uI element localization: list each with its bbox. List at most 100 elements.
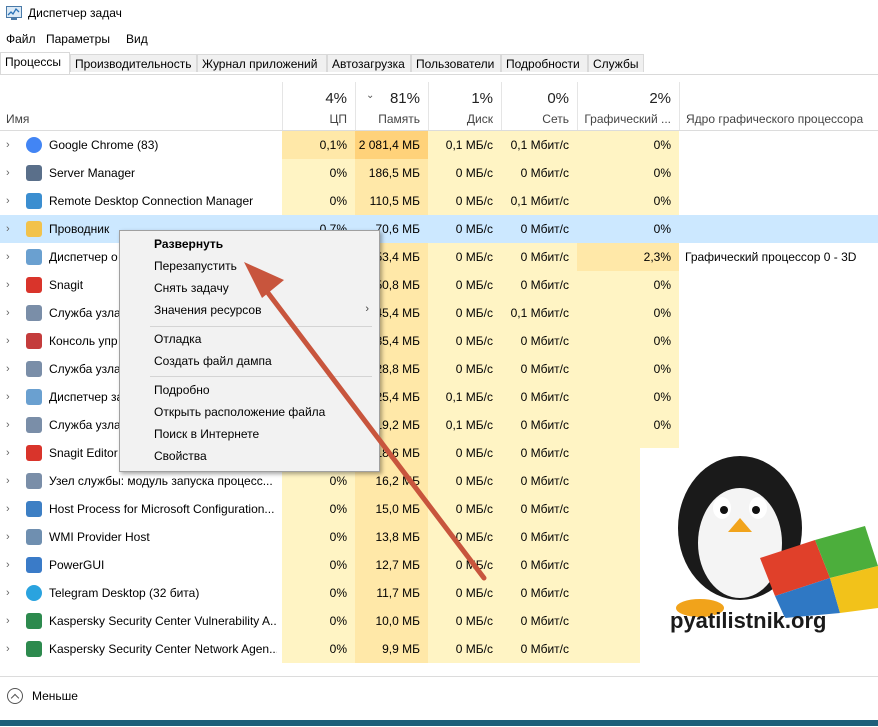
cell-gpu-engine <box>685 187 878 215</box>
cell-gpu-engine <box>685 327 878 355</box>
cell-gpu-engine <box>685 411 878 439</box>
column-gpu-engine[interactable]: Ядро графического процессора <box>679 82 878 130</box>
menu-file[interactable]: Файл <box>6 32 36 46</box>
column-gpu[interactable]: 2% Графический ... <box>577 82 679 130</box>
cell-cpu: 0,1% <box>319 138 347 152</box>
host-process-icon <box>26 501 42 517</box>
cell-network: 0 Мбит/с <box>520 166 569 180</box>
column-network[interactable]: 0% Сеть <box>501 82 577 130</box>
powergui-icon <box>26 557 42 573</box>
cell-network: 0 Мбит/с <box>520 502 569 516</box>
tab-strip: Процессы Производительность Журнал прило… <box>0 52 878 75</box>
tab-startup[interactable]: Автозагрузка <box>327 54 411 72</box>
cell-network: 0 Мбит/с <box>520 530 569 544</box>
menu-separator <box>150 376 372 377</box>
expand-chevron-icon[interactable]: › <box>6 467 10 495</box>
watermark-text: pyatilistnik.org <box>670 608 827 633</box>
cell-gpu-engine <box>685 299 878 327</box>
expand-chevron-icon[interactable]: › <box>6 299 10 327</box>
cell-network: 0 Мбит/с <box>520 390 569 404</box>
expand-chevron-icon[interactable]: › <box>6 523 10 551</box>
tab-processes[interactable]: Процессы <box>0 52 70 74</box>
tab-details[interactable]: Подробности <box>501 54 588 72</box>
context-menu-item[interactable]: Перезапустить <box>154 259 237 273</box>
process-name: Kaspersky Security Center Network Agen..… <box>49 642 277 656</box>
explorer-folder-icon <box>26 221 42 237</box>
service-gear-icon <box>26 361 42 377</box>
expand-chevron-icon[interactable]: › <box>6 383 10 411</box>
context-menu-item[interactable]: Свойства <box>154 449 207 463</box>
expand-chevron-icon[interactable]: › <box>6 355 10 383</box>
table-row[interactable]: › Remote Desktop Connection Manager 0% 110,… <box>0 187 878 215</box>
column-disk[interactable]: 1% Диск <box>428 82 501 130</box>
cell-gpu: 0% <box>653 390 671 404</box>
context-menu-item[interactable]: Снять задачу <box>154 281 229 295</box>
penguin-logo-icon <box>676 456 878 618</box>
expand-chevron-icon[interactable]: › <box>6 607 10 635</box>
expand-chevron-icon[interactable]: › <box>6 551 10 579</box>
cell-network: 0 Мбит/с <box>520 334 569 348</box>
telegram-icon <box>26 585 42 601</box>
tab-services[interactable]: Службы <box>588 54 644 72</box>
console-icon <box>26 333 42 349</box>
tab-performance[interactable]: Производительность <box>70 54 197 72</box>
context-menu-item[interactable]: Создать файл дампа <box>154 354 272 368</box>
expand-chevron-icon[interactable]: › <box>6 271 10 299</box>
cell-disk: 0 МБ/с <box>455 194 493 208</box>
table-row[interactable]: › Google Chrome (83) 0,1% 2 081,4 МБ 0,1 МБ/… <box>0 131 878 159</box>
expand-chevron-icon[interactable]: › <box>6 635 10 663</box>
column-cpu[interactable]: 4% ЦП <box>282 82 355 130</box>
column-name[interactable]: Имя <box>0 82 282 130</box>
cell-gpu: 0% <box>653 194 671 208</box>
column-gpu-engine-label: Ядро графического процессора <box>686 112 864 126</box>
column-name-label: Имя <box>6 112 30 126</box>
cell-cpu: 0% <box>329 614 347 628</box>
expand-chevron-icon[interactable]: › <box>6 243 10 271</box>
context-menu-item[interactable]: Отладка <box>154 332 201 346</box>
cell-cpu: 0% <box>329 558 347 572</box>
context-menu-item[interactable]: Открыть расположение файла <box>154 405 325 419</box>
expand-chevron-icon[interactable]: › <box>6 159 10 187</box>
cell-disk: 0 МБ/с <box>455 530 493 544</box>
context-menu-item[interactable]: Поиск в Интернете <box>154 427 259 441</box>
menu-options[interactable]: Параметры <box>46 32 110 46</box>
expand-chevron-icon[interactable]: › <box>6 439 10 467</box>
cell-gpu-engine <box>685 131 878 159</box>
tab-app-history[interactable]: Журнал приложений <box>197 54 327 72</box>
expand-chevron-icon[interactable]: › <box>6 131 10 159</box>
expand-chevron-icon[interactable]: › <box>6 215 10 243</box>
expand-chevron-icon[interactable]: › <box>6 187 10 215</box>
table-row[interactable]: › Server Manager 0% 186,5 МБ 0 МБ/с 0 Мбит/с 0… <box>0 159 878 187</box>
watermark-logo: pyatilistnik.org <box>640 448 878 666</box>
taskbar-strip <box>0 720 878 726</box>
context-menu-item[interactable]: Значения ресурсов <box>154 303 261 317</box>
column-memory[interactable]: ⌄ 81% Память <box>355 82 428 130</box>
cell-disk: 0 МБ/с <box>455 502 493 516</box>
cell-gpu: 0% <box>653 334 671 348</box>
cell-disk: 0 МБ/с <box>455 586 493 600</box>
expand-chevron-icon[interactable]: › <box>6 327 10 355</box>
tab-users[interactable]: Пользователи <box>411 54 501 72</box>
context-menu-item[interactable]: Развернуть <box>154 237 223 251</box>
cell-cpu: 0% <box>329 502 347 516</box>
cell-gpu-engine <box>685 159 878 187</box>
context-menu-item[interactable]: Подробно <box>154 383 210 397</box>
cell-network: 0 Мбит/с <box>520 586 569 600</box>
context-menu: Развернуть Перезапустить Снять задачу Значе… <box>119 230 380 472</box>
menu-view[interactable]: Вид <box>126 32 148 46</box>
column-gpu-label: Графический ... <box>584 112 671 126</box>
cell-gpu-engine <box>685 383 878 411</box>
collapse-up-icon[interactable] <box>7 688 23 704</box>
cell-disk: 0 МБ/с <box>455 278 493 292</box>
expand-chevron-icon[interactable]: › <box>6 411 10 439</box>
cpu-total-percent: 4% <box>325 90 347 107</box>
cell-memory: 15,0 МБ <box>375 502 420 516</box>
column-network-label: Сеть <box>542 112 569 126</box>
task-manager-icon <box>26 249 42 265</box>
cell-network: 0,1 Мбит/с <box>510 138 569 152</box>
cell-memory: 10,0 МБ <box>375 614 420 628</box>
fewer-details-button[interactable]: Меньше <box>32 689 78 703</box>
menu-separator <box>150 326 372 327</box>
expand-chevron-icon[interactable]: › <box>6 495 10 523</box>
expand-chevron-icon[interactable]: › <box>6 579 10 607</box>
